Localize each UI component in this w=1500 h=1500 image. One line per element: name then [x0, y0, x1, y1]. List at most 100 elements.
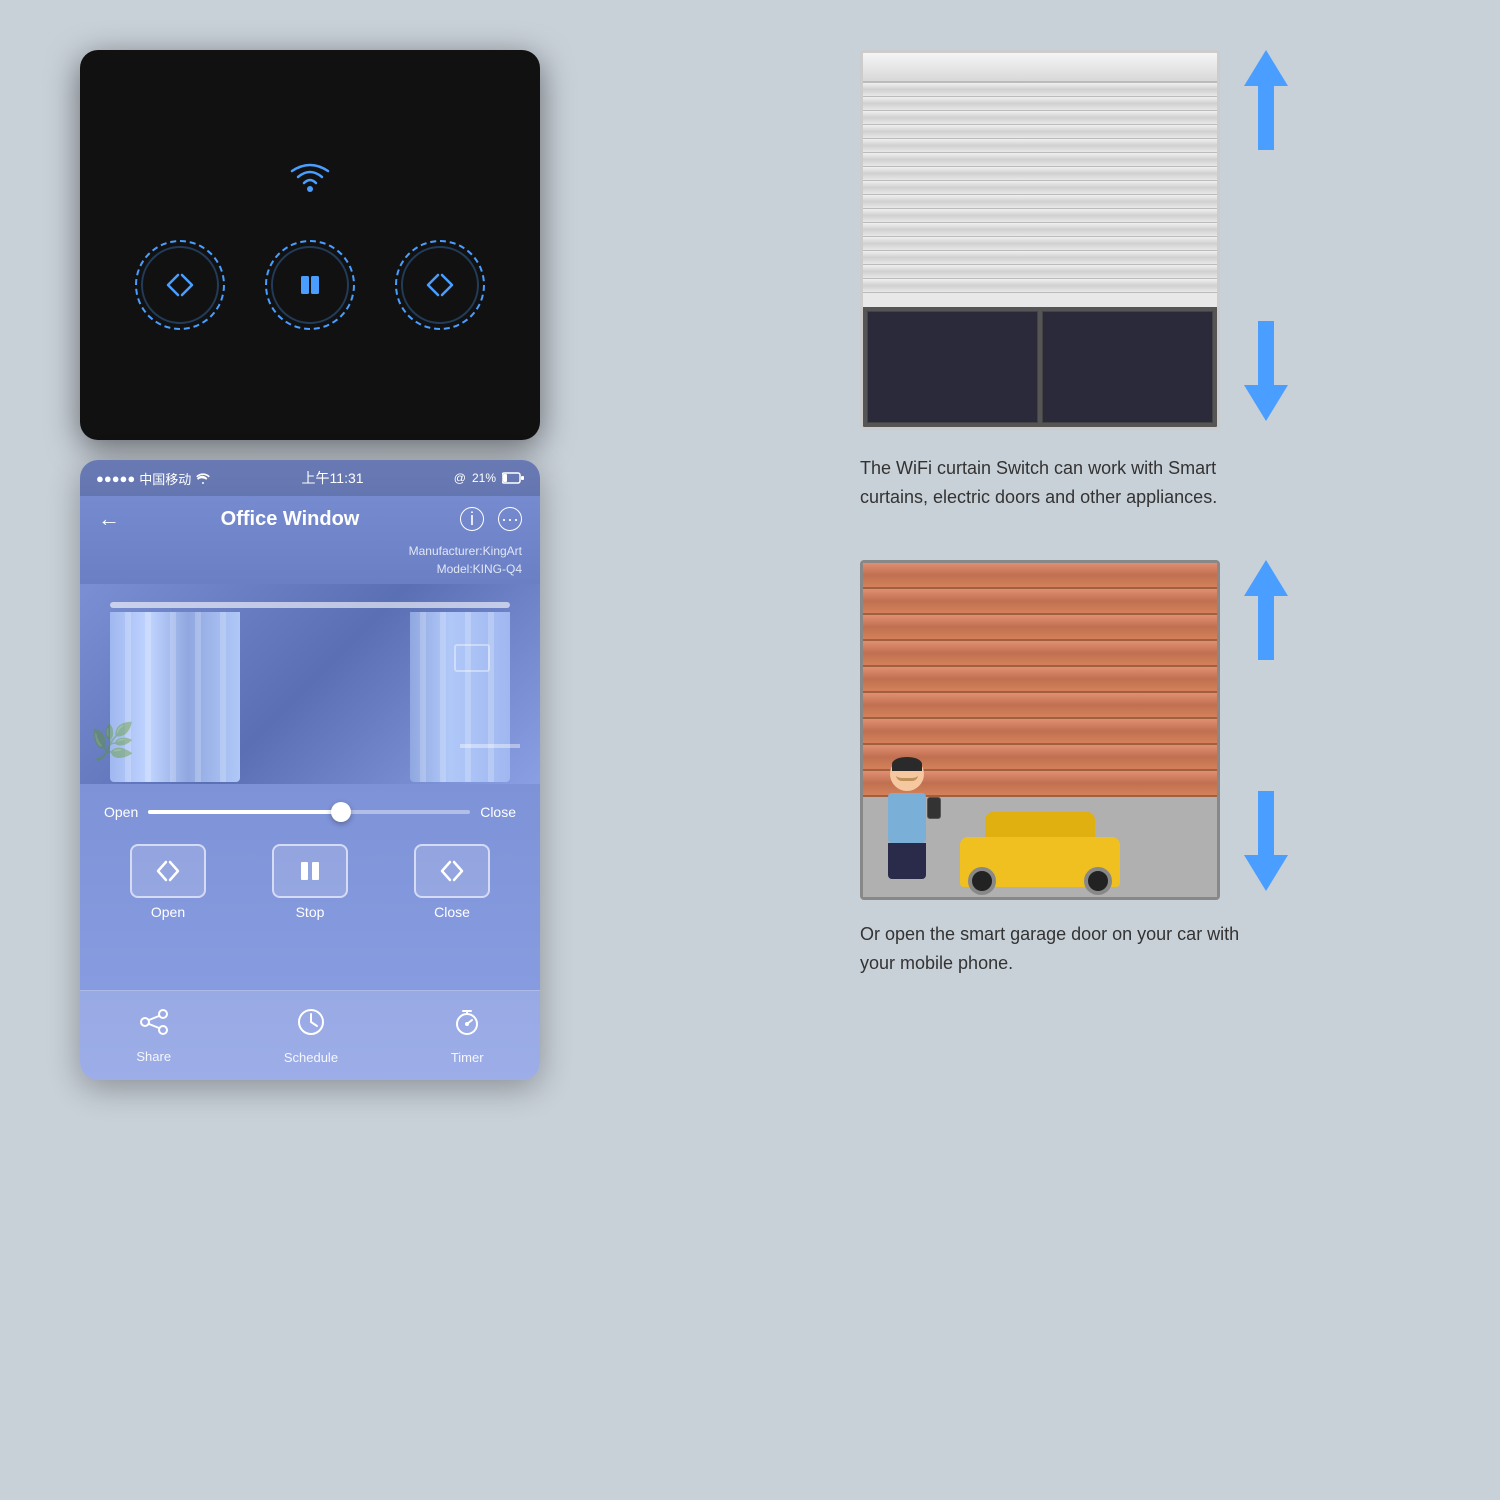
curtain-scene: 🌿: [80, 584, 540, 784]
garage-slat: [863, 693, 1217, 719]
slider-section: Open Close: [80, 784, 540, 828]
open-button[interactable]: [130, 844, 206, 898]
slider-track[interactable]: [148, 810, 470, 814]
garage-slat: [863, 641, 1217, 667]
shutter-image: [860, 50, 1220, 430]
garage-slat: [863, 615, 1217, 641]
slider-close-label: Close: [480, 804, 516, 820]
shutter-top-rail: [863, 53, 1217, 83]
garage-slat: [863, 719, 1217, 745]
device-open-btn[interactable]: [135, 240, 225, 330]
stop-button[interactable]: [272, 844, 348, 898]
device-stop-btn[interactable]: [265, 240, 355, 330]
manufacturer-name: Manufacturer:KingArt: [98, 542, 522, 560]
stop-btn-label: Stop: [296, 904, 325, 920]
shutter-slat: [863, 153, 1217, 167]
close-button[interactable]: [414, 844, 490, 898]
person-body: [888, 793, 926, 843]
garage-slat: [863, 667, 1217, 693]
car-wheel-right: [1084, 867, 1112, 895]
close-btn-label: Close: [434, 904, 470, 920]
share-label: Share: [136, 1049, 171, 1064]
timer-icon: [452, 1007, 482, 1044]
shutter-slat: [863, 139, 1217, 153]
arrow-up: [1244, 50, 1288, 159]
garage-arrows: [1244, 560, 1288, 900]
device-wifi-icon: [290, 161, 330, 200]
shutter-slat: [863, 209, 1217, 223]
nav-schedule[interactable]: Schedule: [284, 1007, 338, 1065]
person-hair: [892, 757, 922, 771]
shutter-slat: [863, 125, 1217, 139]
room-plant: 🌿: [90, 724, 130, 784]
carrier-label: 中国移动: [139, 469, 191, 488]
shutter-slat: [863, 181, 1217, 195]
garage-car: [950, 807, 1130, 887]
stop-btn-group: Stop: [272, 844, 348, 920]
bottom-nav: Share Schedule T: [80, 990, 540, 1080]
garage-slat: [863, 563, 1217, 589]
schedule-label: Schedule: [284, 1050, 338, 1065]
nav-timer[interactable]: Timer: [451, 1007, 484, 1065]
garage-description: Or open the smart garage door on your ca…: [860, 920, 1260, 978]
garage-section: Or open the smart garage door on your ca…: [860, 560, 1420, 978]
action-buttons: Open Stop Close: [80, 828, 540, 936]
device-control-row: [135, 240, 485, 330]
shutter-slat: [863, 237, 1217, 251]
share-icon: [139, 1008, 169, 1043]
garage-slat: [863, 589, 1217, 615]
shutter-slat: [863, 279, 1217, 293]
app-panel: ●●●●● 中国移动 上午11:31 @ 21% ← Office Window…: [80, 460, 540, 1080]
status-time: 上午11:31: [302, 468, 364, 488]
slider-fill: [148, 810, 341, 814]
shutter-slat: [863, 265, 1217, 279]
close-btn-group: Close: [414, 844, 490, 920]
slider-open-label: Open: [104, 804, 138, 820]
more-icon[interactable]: ···: [498, 507, 522, 531]
curtain-rod: [110, 602, 510, 608]
arrow-down: [1244, 321, 1288, 430]
signal-dots: ●●●●●: [96, 471, 135, 486]
shutter-slat: [863, 167, 1217, 181]
schedule-icon: [296, 1007, 326, 1044]
shutter-slats: [863, 83, 1217, 307]
status-bar: ●●●●● 中国移动 上午11:31 @ 21%: [80, 460, 540, 496]
window-pane-right: [1042, 311, 1213, 423]
device-panel: [80, 50, 540, 440]
shutter-arrows: [1244, 50, 1288, 430]
open-btn-group: Open: [130, 844, 206, 920]
car-wheel-left: [968, 867, 996, 895]
shutter-slat: [863, 111, 1217, 125]
nav-share[interactable]: Share: [136, 1008, 171, 1064]
timer-label: Timer: [451, 1050, 484, 1065]
person-head: [890, 757, 924, 791]
room-table: [460, 744, 520, 784]
garage-arrow-up: [1244, 560, 1288, 669]
app-header: ← Office Window i ···: [80, 496, 540, 542]
manufacturer-info: Manufacturer:KingArt Model:KING-Q4: [80, 542, 540, 584]
status-left: ●●●●● 中国移动: [96, 469, 211, 488]
info-icon[interactable]: i: [460, 507, 484, 531]
model-name: Model:KING-Q4: [98, 560, 522, 578]
open-btn-label: Open: [151, 904, 185, 920]
location-icon: @: [454, 471, 466, 485]
garage-image: [860, 560, 1220, 900]
shutter-open-area: [863, 307, 1217, 427]
battery-label: 21%: [472, 471, 496, 485]
shutter-section: The WiFi curtain Switch can work with Sm…: [860, 50, 1420, 512]
shutter-slat: [863, 97, 1217, 111]
app-title: Office Window: [221, 508, 360, 531]
person-phone: [927, 797, 941, 819]
shutter-slat: [863, 251, 1217, 265]
shutter-slat: [863, 195, 1217, 209]
shutter-description: The WiFi curtain Switch can work with Sm…: [860, 454, 1260, 512]
header-icons: i ···: [460, 507, 522, 531]
person-legs: [888, 843, 926, 879]
person: [877, 757, 937, 887]
device-close-btn[interactable]: [395, 240, 485, 330]
status-right: @ 21%: [454, 471, 524, 485]
garage-arrow-down: [1244, 791, 1288, 900]
slider-thumb[interactable]: [331, 802, 351, 822]
room-picture: [454, 644, 490, 672]
back-button[interactable]: ←: [98, 506, 120, 532]
